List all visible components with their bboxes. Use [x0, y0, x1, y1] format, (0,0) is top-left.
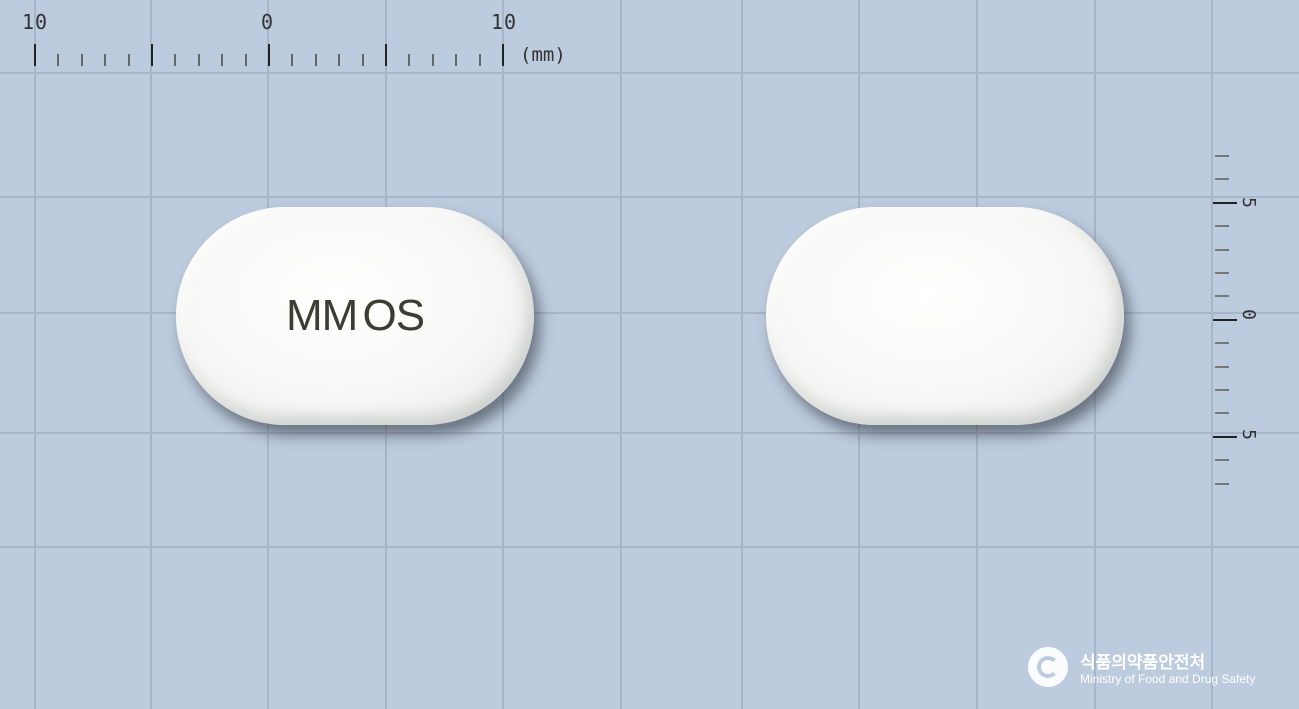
tablet-back	[766, 207, 1124, 425]
ruler-tick	[1215, 412, 1229, 414]
ruler-tick	[104, 54, 106, 66]
ruler-tick	[432, 54, 434, 66]
ruler-tick	[1215, 155, 1229, 157]
ruler-tick	[502, 44, 504, 66]
ruler-tick	[245, 54, 247, 66]
ruler-tick	[268, 44, 270, 66]
ruler-tick	[198, 54, 200, 66]
ruler-tick	[291, 54, 293, 66]
ruler-tick	[221, 54, 223, 66]
tablet-back-imprint	[766, 207, 1124, 425]
ruler-tick	[408, 54, 410, 66]
ruler-tick	[151, 44, 153, 66]
ruler-tick	[315, 54, 317, 66]
ruler-tick	[57, 54, 59, 66]
ruler-tick	[1215, 178, 1229, 180]
ruler-tick	[1215, 366, 1229, 368]
mfds-logo: 식품의약품안전처 Ministry of Food and Drug Safet…	[1028, 645, 1298, 695]
ruler-tick	[1215, 342, 1229, 344]
government-emblem-icon	[1028, 647, 1068, 687]
right-ruler-label-top: 5	[1237, 197, 1259, 208]
ruler-tick	[1215, 225, 1229, 227]
ruler-tick	[81, 54, 83, 66]
right-ruler-label-center: 0	[1237, 309, 1259, 320]
right-ruler: 5 0 5	[1205, 150, 1275, 500]
tablet-imprint: MM OS	[285, 291, 425, 340]
ruler-tick	[362, 54, 364, 66]
ruler-tick	[1215, 295, 1229, 297]
ruler-label-right: 10	[491, 10, 518, 34]
logo-korean-text: 식품의약품안전처	[1080, 653, 1206, 673]
ruler-tick	[479, 54, 481, 66]
ruler-tick	[1215, 459, 1229, 461]
ruler-tick	[1215, 272, 1229, 274]
ruler-label-left: 10	[22, 10, 49, 34]
right-ruler-label-bottom: 5	[1237, 429, 1259, 440]
top-ruler: 10 0 10 (mm)	[0, 0, 600, 72]
logo-english-text: Ministry of Food and Drug Safety	[1080, 672, 1256, 686]
ruler-label-center: 0	[261, 10, 275, 34]
ruler-tick	[174, 54, 176, 66]
ruler-tick	[1213, 319, 1237, 321]
ruler-unit: (mm)	[520, 44, 566, 66]
ruler-tick	[1215, 249, 1229, 251]
ruler-tick	[34, 44, 36, 66]
ruler-tick	[1213, 436, 1237, 438]
tablet-front: MM OS	[176, 207, 534, 425]
ruler-tick	[1215, 389, 1229, 391]
ruler-tick	[338, 54, 340, 66]
ruler-tick	[1215, 483, 1229, 485]
ruler-tick	[455, 54, 457, 66]
ruler-tick	[128, 54, 130, 66]
ruler-tick	[385, 44, 387, 66]
ruler-tick	[1213, 202, 1237, 204]
